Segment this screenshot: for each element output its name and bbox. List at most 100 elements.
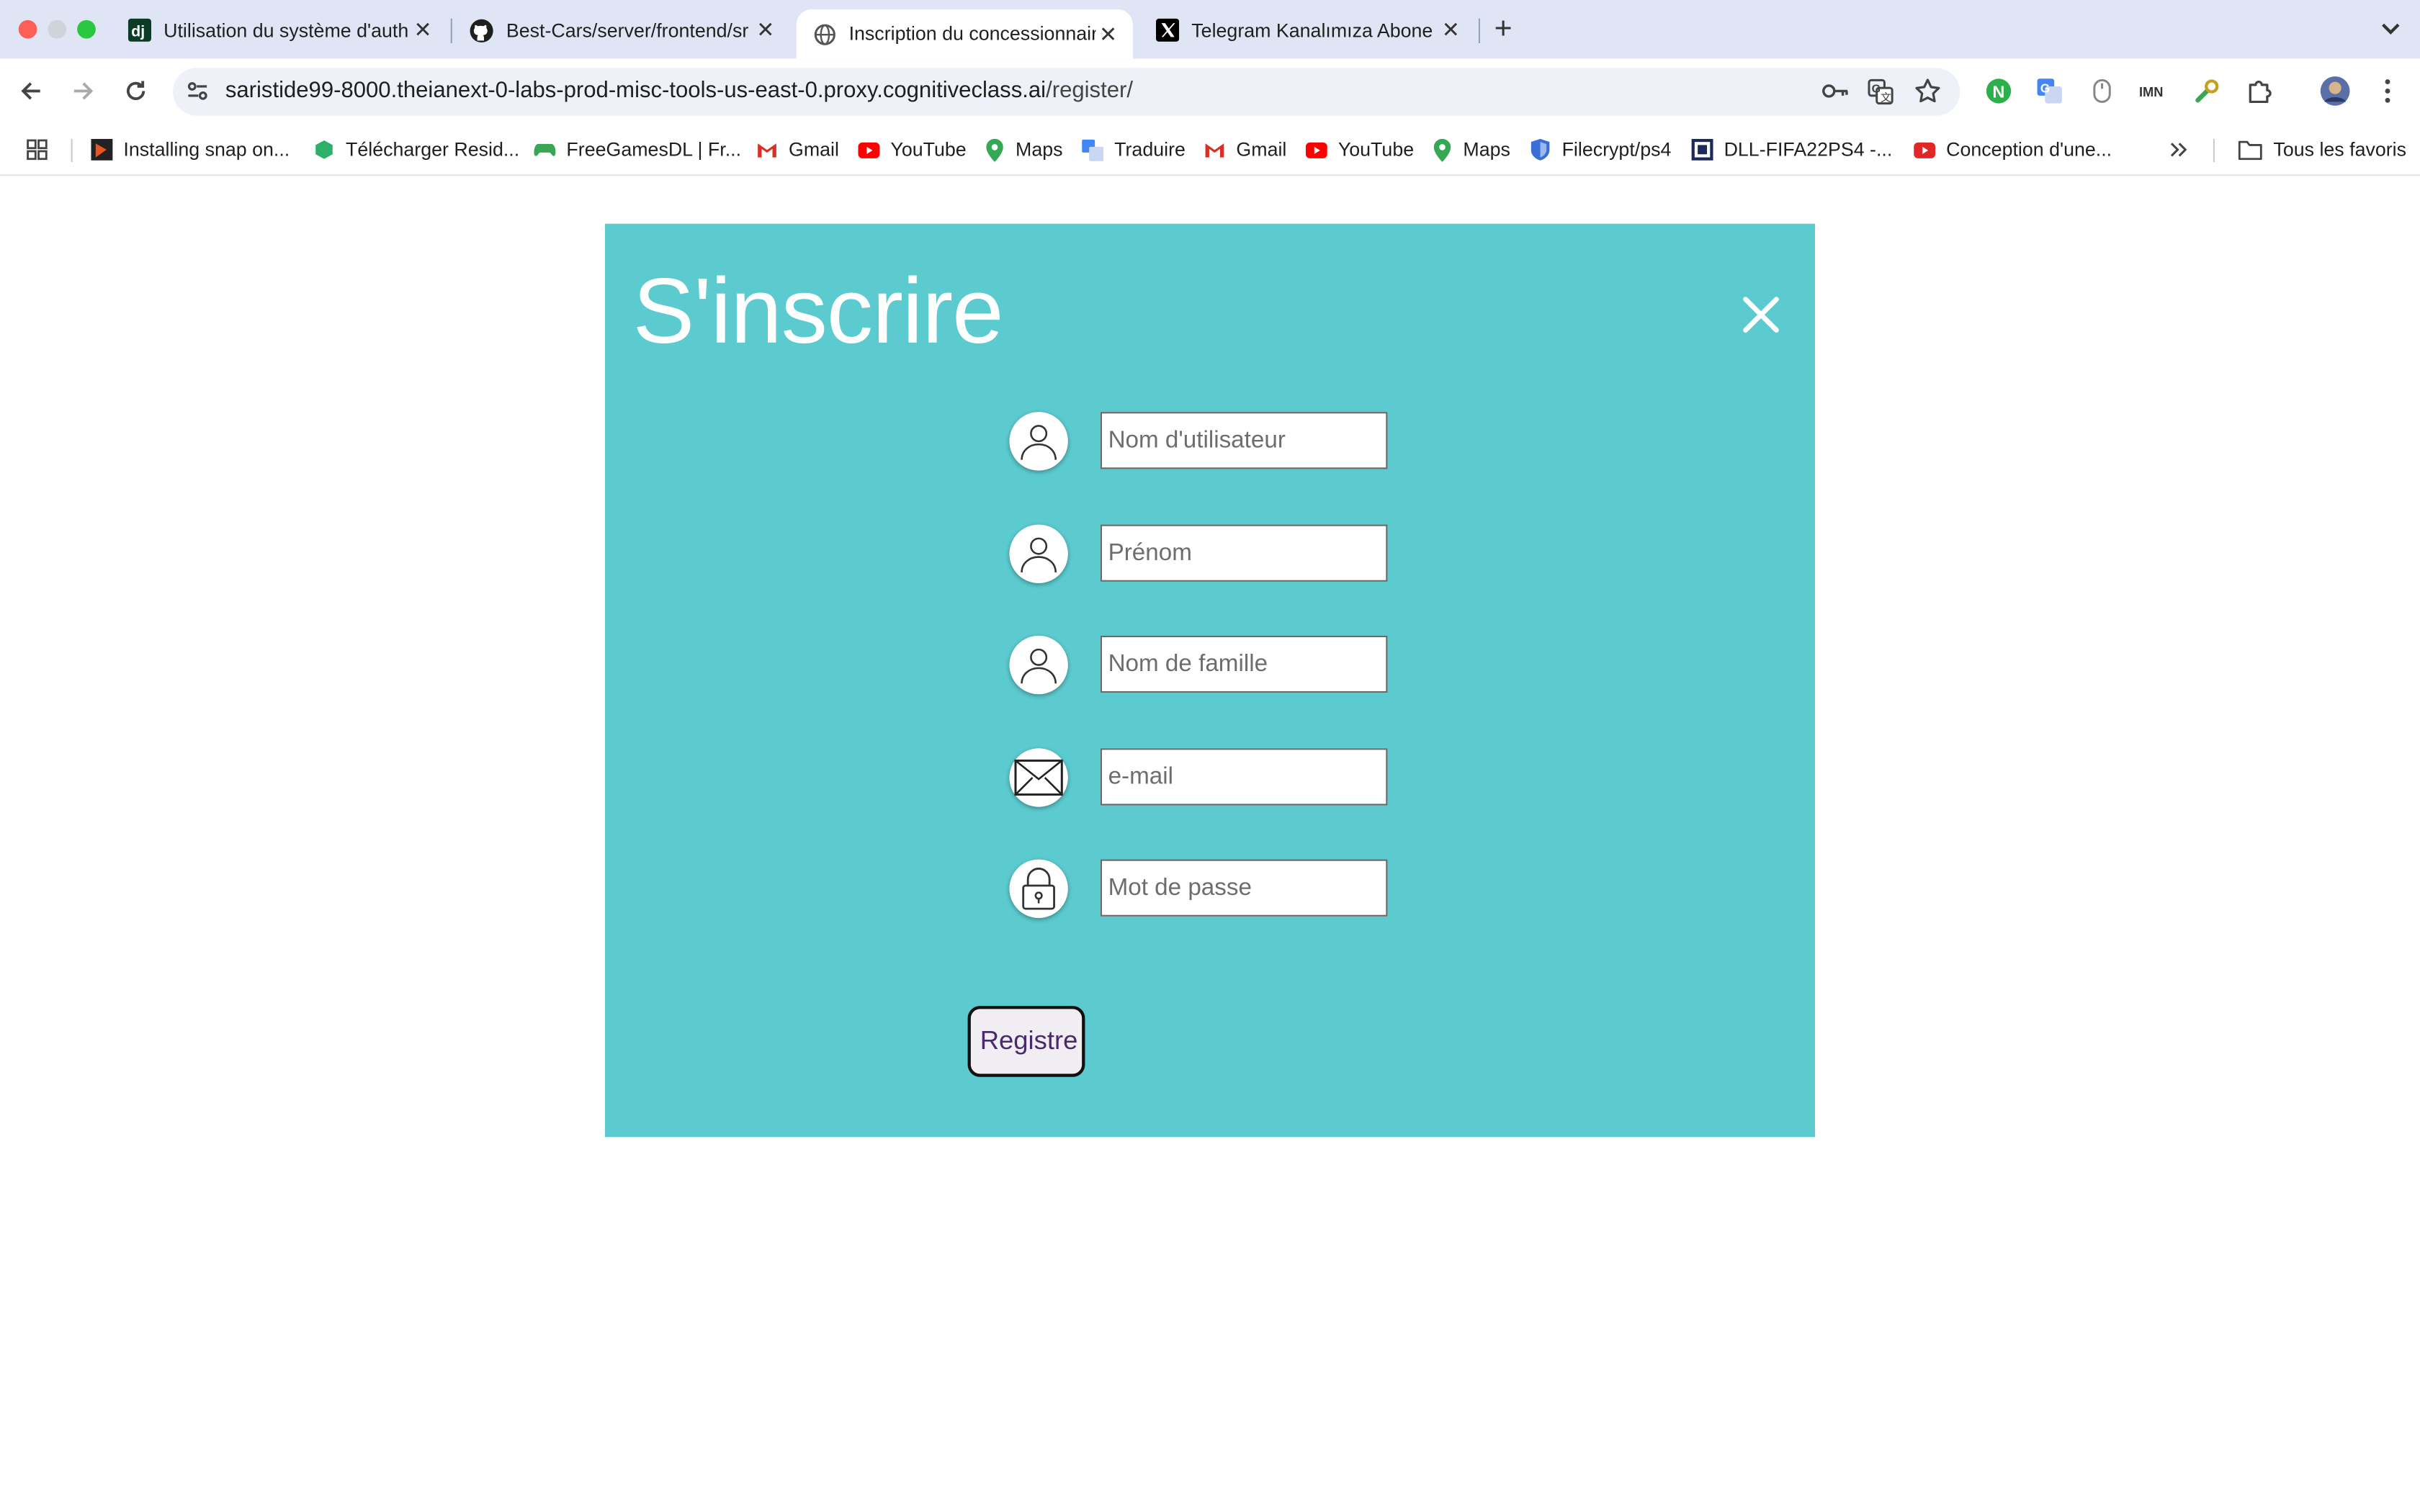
register-button[interactable]: Registre bbox=[967, 1006, 1085, 1077]
reload-icon bbox=[126, 81, 145, 100]
maps-icon bbox=[1430, 138, 1452, 161]
minimize-window-button[interactable] bbox=[48, 19, 67, 39]
bookmark-item[interactable]: YouTube bbox=[1305, 138, 1414, 162]
bookmark-star-icon[interactable] bbox=[1914, 77, 1942, 112]
bookmark-label: FreeGamesDL | Fr... bbox=[566, 138, 742, 161]
svg-text:IMN: IMN bbox=[2139, 85, 2163, 99]
site-settings-icon[interactable] bbox=[185, 78, 210, 111]
bookmark-label: DLL-FIFA22PS4 -... bbox=[1724, 138, 1893, 161]
bookmark-item[interactable]: Installing snap on... bbox=[91, 138, 290, 162]
tab-separator bbox=[450, 18, 452, 43]
bookmark-item[interactable]: Filecrypt/ps4 bbox=[1530, 138, 1671, 162]
django-icon: dj bbox=[127, 18, 151, 42]
password-input[interactable] bbox=[1100, 859, 1388, 917]
tab-best-cars-github[interactable]: Best-Cars/server/frontend/sr ✕ bbox=[454, 9, 790, 51]
bookmark-label: Télécharger Resid... bbox=[346, 138, 520, 161]
arrow-right-icon bbox=[73, 82, 94, 100]
github-icon bbox=[469, 18, 493, 42]
new-tab-button[interactable]: + bbox=[1487, 12, 1520, 46]
svg-text:dj: dj bbox=[130, 22, 144, 40]
translate-icon bbox=[1082, 138, 1104, 161]
all-bookmarks-label: Tous les favoris bbox=[2273, 138, 2407, 161]
firstname-input[interactable] bbox=[1100, 524, 1388, 582]
lock-icon bbox=[1009, 859, 1068, 918]
user-icon bbox=[1009, 635, 1068, 695]
folder-icon bbox=[2238, 139, 2262, 161]
extension-imn-icon[interactable]: IMN bbox=[2139, 77, 2173, 105]
gmail-icon bbox=[756, 139, 778, 161]
profile-avatar[interactable] bbox=[2320, 76, 2351, 107]
svg-text:G: G bbox=[1872, 83, 1881, 96]
bookmark-label: YouTube bbox=[890, 138, 967, 161]
bookmark-item[interactable]: Maps bbox=[983, 138, 1063, 162]
dll-icon bbox=[1691, 138, 1713, 161]
maximize-window-button[interactable] bbox=[77, 19, 96, 39]
browser-menu-icon[interactable] bbox=[2374, 77, 2402, 105]
arrow-left-icon bbox=[21, 82, 40, 100]
youtube-icon bbox=[1305, 139, 1327, 161]
svg-text:文: 文 bbox=[1881, 91, 1891, 104]
close-tab-icon[interactable]: ✕ bbox=[411, 17, 435, 42]
extension-wrench-icon[interactable] bbox=[2193, 77, 2221, 105]
gamepad-icon bbox=[534, 139, 556, 161]
close-window-button[interactable] bbox=[18, 19, 37, 39]
bookmark-label: Maps bbox=[1016, 138, 1063, 161]
tab-title: Utilisation du système d'auth bbox=[163, 19, 409, 41]
bookmark-label: Traduire bbox=[1114, 138, 1186, 161]
bookmark-label: Gmail bbox=[789, 138, 839, 161]
youtube-icon bbox=[1914, 139, 1936, 161]
bookmarks-bar: Installing snap on... Télécharger Resid.… bbox=[0, 125, 2420, 176]
translate-page-icon[interactable]: G文 bbox=[1868, 78, 1894, 112]
bookmark-item[interactable]: Traduire bbox=[1082, 138, 1186, 162]
extensions-puzzle-icon[interactable] bbox=[2246, 77, 2274, 105]
tab-title: Best-Cars/server/frontend/sr bbox=[506, 19, 749, 41]
tab-search-button[interactable] bbox=[2374, 12, 2408, 46]
bookmark-label: Maps bbox=[1463, 138, 1510, 161]
bookmarks-divider bbox=[71, 138, 73, 162]
lastname-input[interactable] bbox=[1100, 635, 1388, 693]
bookmark-item[interactable]: Gmail bbox=[1204, 138, 1286, 162]
user-icon bbox=[1009, 412, 1068, 471]
bookmark-item[interactable]: Conception d'une... bbox=[1914, 138, 2112, 162]
tab-title: Inscription du concessionnair bbox=[848, 23, 1096, 45]
tab-auth-system[interactable]: dj Utilisation du système d'auth ✕ bbox=[111, 9, 447, 51]
url-path: /register/ bbox=[1046, 78, 1133, 104]
tab-inscription-active[interactable]: Inscription du concessionnair ✕ bbox=[796, 9, 1133, 59]
extension-mouse-icon[interactable] bbox=[2088, 77, 2116, 105]
page-title: S'inscrire bbox=[632, 259, 1004, 363]
snapcraft-icon bbox=[91, 138, 113, 161]
gmail-icon bbox=[1204, 139, 1225, 161]
more-bookmarks-button[interactable] bbox=[2170, 138, 2189, 162]
email-input[interactable] bbox=[1100, 748, 1388, 806]
url-host: saristide99-8000.theianext-0-labs-prod-m… bbox=[225, 78, 1047, 104]
address-bar[interactable]: saristide99-8000.theianext-0-labs-prod-m… bbox=[173, 68, 1960, 116]
bookmark-item[interactable]: Maps bbox=[1430, 138, 1510, 162]
bookmark-item[interactable]: YouTube bbox=[858, 138, 967, 162]
forward-button[interactable] bbox=[66, 74, 100, 108]
close-tab-icon[interactable]: ✕ bbox=[753, 17, 778, 42]
svg-text:G: G bbox=[2040, 81, 2050, 96]
all-bookmarks-button[interactable]: Tous les favoris bbox=[2238, 138, 2406, 162]
close-tab-icon[interactable]: ✕ bbox=[1095, 21, 1120, 46]
envelope-icon bbox=[1009, 748, 1068, 807]
extension-n-icon[interactable]: N bbox=[1985, 77, 2013, 105]
password-key-icon[interactable] bbox=[1821, 78, 1850, 111]
shield-icon bbox=[1530, 138, 1551, 161]
extension-translate-icon[interactable]: G bbox=[2035, 77, 2063, 105]
browser-toolbar: saristide99-8000.theianext-0-labs-prod-m… bbox=[0, 58, 2420, 125]
close-button[interactable] bbox=[1739, 293, 1783, 336]
bookmark-item[interactable]: Télécharger Resid... bbox=[313, 138, 519, 162]
url-text[interactable]: saristide99-8000.theianext-0-labs-prod-m… bbox=[225, 78, 1133, 103]
back-button[interactable] bbox=[14, 74, 48, 108]
tab-telegram[interactable]: Telegram Kanalımıza Abone O ✕ bbox=[1139, 9, 1475, 51]
close-tab-icon[interactable]: ✕ bbox=[1438, 17, 1463, 42]
chevron-down-icon bbox=[2382, 23, 2400, 35]
bookmark-item[interactable]: DLL-FIFA22PS4 -... bbox=[1691, 138, 1893, 162]
bookmark-label: Conception d'une... bbox=[1946, 138, 2112, 161]
apps-grid-icon[interactable] bbox=[26, 138, 48, 162]
reload-button[interactable] bbox=[119, 74, 153, 108]
game-icon bbox=[313, 139, 335, 161]
bookmark-item[interactable]: Gmail bbox=[756, 138, 839, 162]
username-input[interactable] bbox=[1100, 412, 1388, 469]
bookmark-item[interactable]: FreeGamesDL | Fr... bbox=[534, 138, 741, 162]
